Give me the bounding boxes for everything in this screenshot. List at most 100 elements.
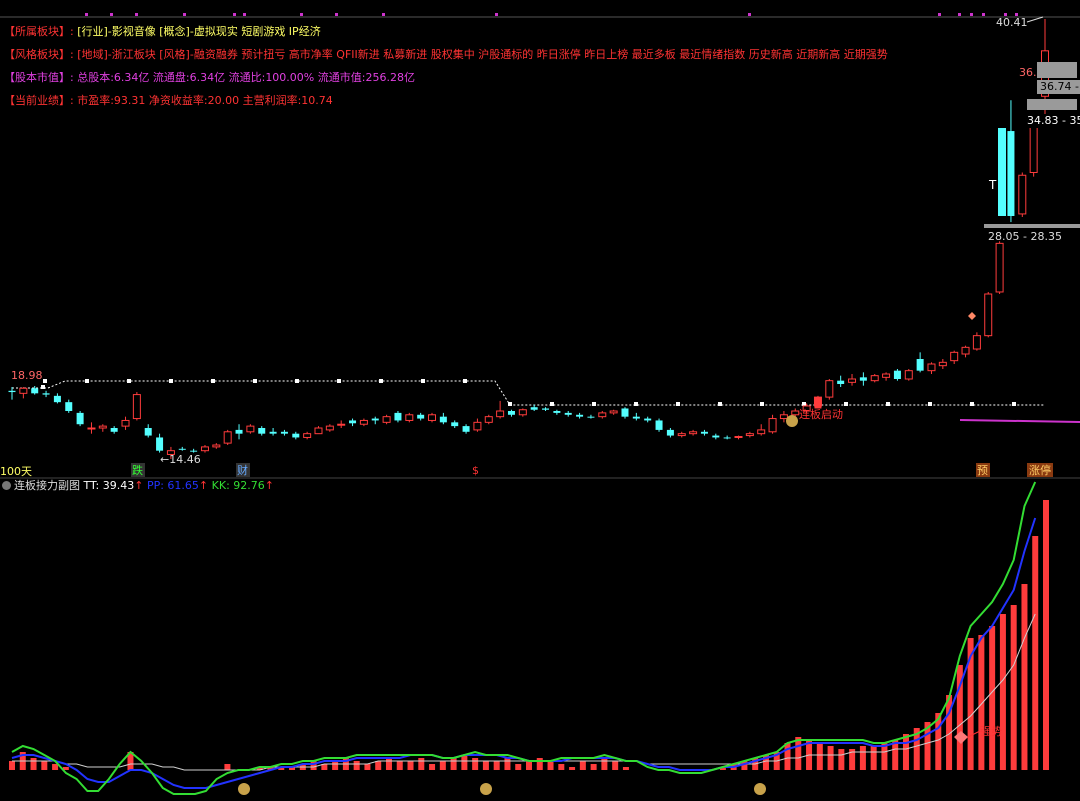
candle [462,424,470,434]
candle-body [65,402,73,411]
sub-bar [795,737,802,770]
sub-bar [1032,536,1039,770]
top-marker-dot [970,13,973,16]
candle-body [814,397,822,409]
ma-square-marker [295,379,299,383]
sub-bar [396,761,403,770]
sub-bar [536,758,543,770]
kk-value: KK: 92.76 [211,479,265,492]
ma-square-marker [127,379,131,383]
sub-bar [450,758,457,770]
sub-bar [601,758,608,770]
candle [8,387,16,400]
ma-square-marker [463,379,467,383]
ma-square-marker [970,402,974,406]
candle [314,426,323,435]
candle-body [791,410,800,416]
sub-panel-title: 连板接力副图 TT: 39.43↑ PP: 61.65↑ KK: 92.76↑ [2,479,274,493]
ma-dotted-line [12,380,1045,406]
candle [961,345,970,358]
sub-bar [989,626,996,770]
ma-square-marker [676,402,680,406]
magenta-line [959,419,1080,423]
top-marker-dot [300,13,303,16]
candle [837,375,845,388]
candle [995,241,1004,294]
t-marker: T [988,178,997,192]
ma-square-marker [508,402,512,406]
candle-body [110,428,118,432]
sub-bar [353,761,360,770]
candle-body [757,429,766,435]
candle-body [587,416,595,418]
candle [337,420,346,429]
candle [280,429,288,436]
sub-bar [1010,605,1017,770]
candle-body [337,423,346,426]
candle [1007,100,1015,223]
candle [178,446,186,451]
candle [53,393,61,404]
ma-square-marker [592,402,596,406]
sub-bar [816,743,823,770]
sub-bar [504,758,511,770]
ma-square-marker [169,379,173,383]
top-marker-dot [243,13,246,16]
candle-body [530,407,538,410]
candle [484,414,493,425]
ma-square-marker [421,379,425,383]
candle [950,350,959,364]
candle-body [212,444,221,448]
candle [689,429,698,436]
candle-body [998,128,1006,216]
candle-body [269,431,277,434]
candle [451,420,459,429]
candle [507,409,515,417]
candle-body [882,373,891,378]
sub-bar [429,764,436,770]
candle [212,443,221,449]
candle [349,418,357,427]
candle-body [178,448,186,450]
candle [246,424,255,434]
top-marker-dot [335,13,338,16]
candle [576,412,584,419]
candle [394,411,402,423]
candle [144,424,152,438]
candle-body [927,363,936,372]
candle-body [984,293,993,337]
candle-body [938,361,947,367]
candle-body [553,411,561,413]
candle [439,412,447,425]
candle [972,332,981,351]
ma-square-marker [844,402,848,406]
candle [121,416,130,430]
info-line-sector: 【所属板块】: [行业]-影视音像 [概念]-虚拟现实 短剧游戏 IP经济 [4,25,321,39]
collapse-icon[interactable] [2,481,11,490]
top-marker-dot [958,13,961,16]
stock-chart[interactable]: 18.98 ←14.46 40.41 36. 28.05 - 28.35 T 100天 跌 财 $… [0,0,1080,801]
label-100-days: 100天 [0,465,32,478]
candle-body [496,410,505,418]
candle [904,369,913,381]
ma-square-marker [85,379,89,383]
price-zone-label-2: 34.83 - 35 [1027,114,1080,128]
candle-body [972,335,981,350]
candle-body [632,416,640,419]
sub-bar [612,761,619,770]
candle [42,390,50,398]
price-label-40-41: 40.41 [996,16,1028,29]
candle-body [689,431,698,435]
sub-bar [622,767,629,770]
candle-body [779,414,788,420]
ma-square-marker [253,379,257,383]
candle [405,412,414,423]
candle-body [745,433,754,437]
candle [132,392,141,421]
candle-body [349,420,357,424]
candle-body [31,388,39,394]
candle [984,291,993,338]
candle-body [473,421,482,431]
label-lianban: 连板启动 [799,407,843,421]
candle [76,411,84,427]
